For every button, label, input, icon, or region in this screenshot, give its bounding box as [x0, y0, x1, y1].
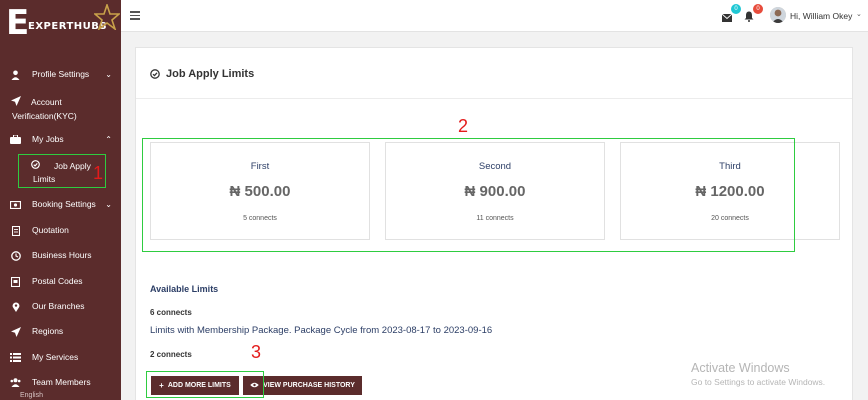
sidebar-item-team-members[interactable]: Team Members	[0, 377, 121, 388]
postal-icon	[10, 276, 21, 287]
sidebar-item-my-services[interactable]: My Services	[0, 352, 121, 363]
bell-badge: 0	[753, 4, 763, 14]
team-icon	[10, 377, 21, 388]
star-icon	[94, 4, 120, 30]
page-title: Job Apply Limits	[166, 68, 255, 80]
sidebar-item-label: Business Hours	[32, 250, 92, 260]
sidebar-item-our-branches[interactable]: Our Branches	[0, 301, 121, 312]
button-label: VIEW PURCHASE HISTORY	[263, 382, 355, 389]
chevron-down-icon: ⌄	[105, 70, 112, 79]
sidebar-item-label: My Jobs	[32, 134, 64, 144]
top-header: 0 0 Hi, William Okey ⌄	[121, 0, 868, 32]
connects-count: 6 connects	[150, 308, 192, 317]
language-label: English	[20, 392, 43, 399]
package-cycle-text: Limits with Membership Package. Package …	[150, 325, 493, 336]
sidebar-item-label: Profile Settings	[32, 69, 90, 79]
sidebar-item-profile-settings[interactable]: Profile Settings ⌄	[0, 69, 121, 80]
sidebar-item-label: Booking Settings	[32, 199, 96, 209]
sidebar-item-quotation[interactable]: Quotation	[0, 225, 121, 236]
sidebar-item-account-verification[interactable]: Account Verification(KYC)	[0, 95, 121, 121]
sidebar-item-my-jobs[interactable]: My Jobs ⌃	[0, 134, 121, 145]
annotation-2: 2	[458, 116, 469, 136]
user-greeting[interactable]: Hi, William Okey	[790, 11, 852, 21]
map-pin-icon	[10, 301, 21, 312]
brand-logo[interactable]: E EXPERTHUBS	[6, 3, 120, 44]
briefcase-icon	[10, 134, 21, 145]
paper-plane-icon	[10, 326, 21, 337]
sidebar-item-booking-settings[interactable]: Booking Settings ⌄	[0, 199, 121, 210]
avatar[interactable]	[770, 7, 786, 23]
chevron-down-icon: ⌄	[105, 200, 112, 209]
sidebar: E EXPERTHUBS Profile Settings ⌄ Account …	[0, 0, 121, 400]
clock-icon	[10, 250, 21, 261]
watermark-title: Activate Windows	[691, 361, 790, 375]
annotation-box-2	[142, 138, 795, 252]
sidebar-item-postal-codes[interactable]: Postal Codes	[0, 276, 121, 287]
mail-badge: 0	[731, 4, 741, 14]
sidebar-item-label: Regions	[32, 326, 64, 336]
available-limits-title: Available Limits	[150, 284, 219, 294]
bell-icon[interactable]: 0	[744, 4, 763, 22]
hamburger-menu-icon[interactable]	[130, 11, 140, 20]
sidebar-item-label: Account Verification(KYC)	[12, 97, 77, 121]
user-icon	[10, 69, 21, 80]
money-icon	[10, 199, 21, 210]
connects-count: 2 connects	[150, 350, 192, 359]
card-header: Job Apply Limits	[150, 68, 254, 80]
chevron-up-icon: ⌃	[105, 135, 112, 144]
sidebar-item-business-hours[interactable]: Business Hours	[0, 250, 121, 261]
check-circle-icon	[150, 69, 160, 79]
watermark-subtitle: Go to Settings to activate Windows.	[691, 377, 826, 387]
card-divider	[136, 98, 852, 99]
sidebar-item-label: Our Branches	[32, 301, 85, 311]
sidebar-item-label: Quotation	[32, 225, 69, 235]
sidebar-item-regions[interactable]: Regions	[0, 326, 121, 337]
list-icon	[10, 352, 21, 363]
logo-letter: E	[6, 3, 30, 43]
annotation-1: 1	[93, 163, 104, 183]
mail-icon[interactable]: 0	[721, 4, 741, 22]
annotation-3: 3	[251, 342, 262, 362]
activate-windows-watermark: Activate Windows Go to Settings to activ…	[691, 361, 825, 387]
language-selector[interactable]: English	[20, 392, 43, 399]
sidebar-item-label: Team Members	[32, 377, 91, 387]
sidebar-item-label: Postal Codes	[32, 276, 83, 286]
chevron-down-icon[interactable]: ⌄	[856, 10, 862, 18]
document-icon	[10, 225, 21, 236]
annotation-box-3	[146, 371, 264, 398]
sidebar-item-label: My Services	[32, 352, 79, 362]
